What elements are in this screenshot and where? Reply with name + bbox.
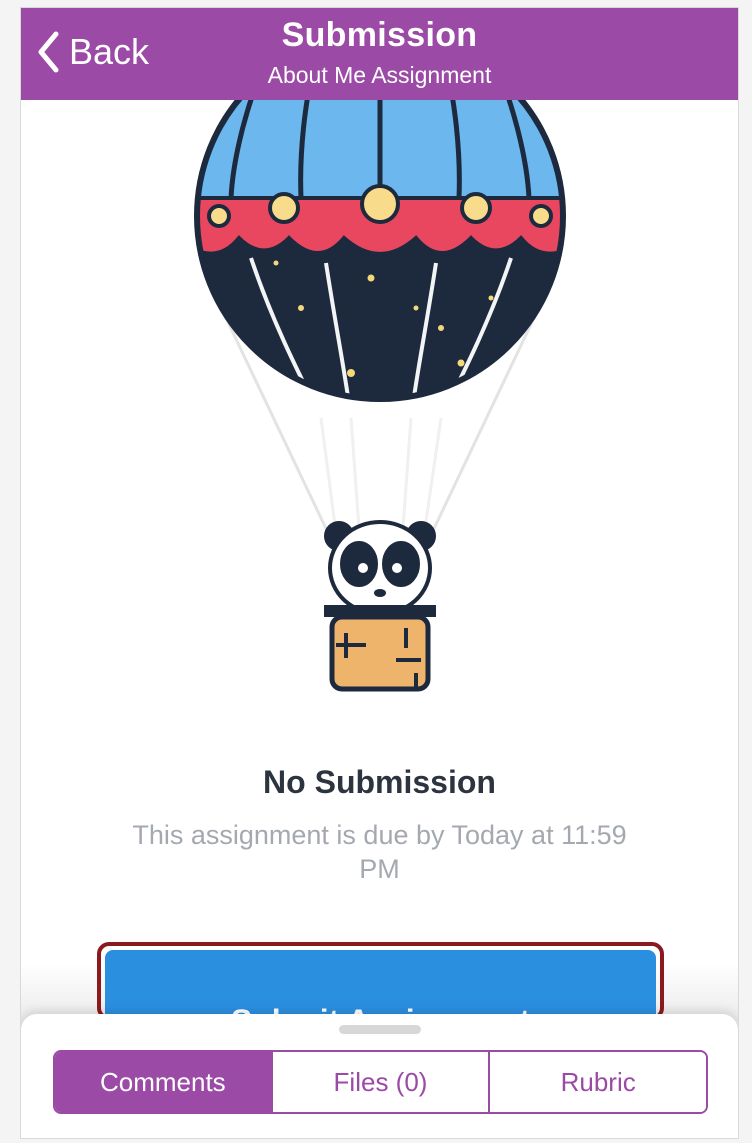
tab-files[interactable]: Files (0)	[270, 1052, 489, 1112]
hot-air-balloon-panda-icon	[194, 30, 566, 692]
page-title: Submission	[281, 16, 478, 54]
tab-rubric[interactable]: Rubric	[488, 1052, 706, 1112]
submit-button-highlight: Submit Assignment	[97, 942, 664, 1056]
page-subtitle: About Me Assignment	[267, 62, 492, 88]
segmented-control: Comments Files (0) Rubric	[53, 1050, 708, 1114]
app-screen: Back Submission About Me Assignment No S…	[21, 8, 738, 1138]
due-date-text: This assignment is due by Today at 11:59…	[132, 820, 627, 884]
bottom-drawer: Comments Files (0) Rubric	[21, 1014, 738, 1138]
tab-comments[interactable]: Comments	[55, 1052, 271, 1112]
drawer-handle[interactable]	[339, 1025, 421, 1034]
navigation-bar: Back Submission About Me Assignment	[21, 8, 738, 100]
submission-status: No Submission	[263, 764, 496, 800]
